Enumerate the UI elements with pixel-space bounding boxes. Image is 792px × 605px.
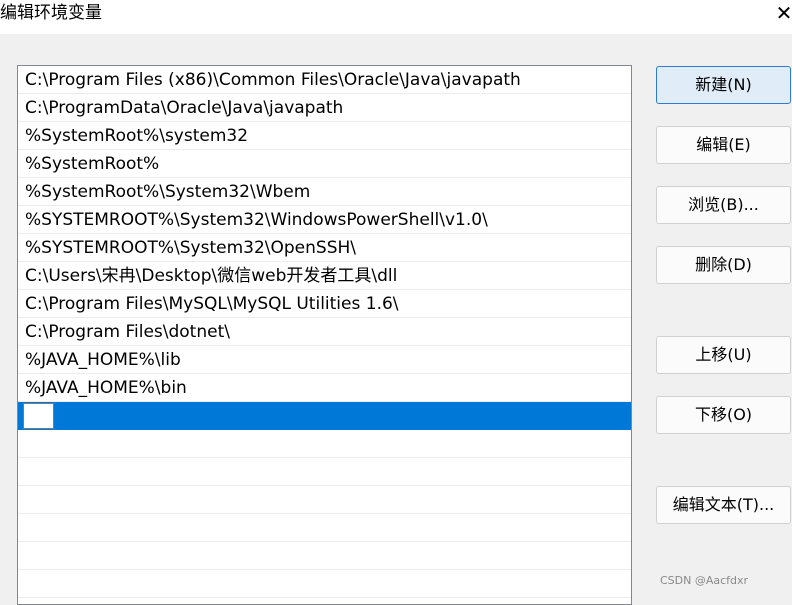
empty-row bbox=[18, 458, 631, 486]
new-entry-input[interactable] bbox=[23, 403, 54, 429]
move-down-button[interactable]: 下移(O) bbox=[656, 396, 791, 434]
watermark: CSDN @Aacfdxr bbox=[660, 574, 749, 587]
list-item-text: %SYSTEMROOT%\System32\OpenSSH\ bbox=[25, 238, 357, 258]
edit-text-button[interactable]: 编辑文本(T)... bbox=[656, 486, 791, 524]
empty-row bbox=[18, 430, 631, 458]
list-item[interactable]: C:\Users\宋冉\Desktop\微信web开发者工具\dll bbox=[18, 262, 631, 290]
list-item-selected[interactable] bbox=[18, 402, 631, 430]
list-item-text: %SystemRoot%\system32 bbox=[25, 126, 249, 146]
edit-button[interactable]: 编辑(E) bbox=[656, 126, 791, 164]
list-item[interactable]: %JAVA_HOME%\lib bbox=[18, 346, 631, 374]
list-item-text: %SYSTEMROOT%\System32\WindowsPowerShell\… bbox=[25, 210, 488, 230]
list-item[interactable]: C:\Program Files\dotnet\ bbox=[18, 318, 631, 346]
empty-row bbox=[18, 570, 631, 598]
close-icon[interactable]: ✕ bbox=[774, 2, 792, 24]
list-item-text: C:\Program Files\MySQL\MySQL Utilities 1… bbox=[25, 294, 399, 314]
list-item[interactable]: %JAVA_HOME%\bin bbox=[18, 374, 631, 402]
list-item-text: C:\Users\宋冉\Desktop\微信web开发者工具\dll bbox=[25, 266, 398, 286]
list-item[interactable]: %SystemRoot%\system32 bbox=[18, 122, 631, 150]
list-item[interactable]: C:\ProgramData\Oracle\Java\javapath bbox=[18, 94, 631, 122]
empty-row bbox=[18, 486, 631, 514]
window-title: 编辑环境变量 bbox=[0, 3, 102, 23]
empty-row bbox=[18, 514, 631, 542]
list-item[interactable]: %SystemRoot% bbox=[18, 150, 631, 178]
list-item[interactable]: %SYSTEMROOT%\System32\WindowsPowerShell\… bbox=[18, 206, 631, 234]
move-up-button[interactable]: 上移(U) bbox=[656, 336, 791, 374]
list-item-text: C:\ProgramData\Oracle\Java\javapath bbox=[25, 98, 344, 118]
empty-row bbox=[18, 542, 631, 570]
new-button[interactable]: 新建(N) bbox=[656, 66, 791, 104]
title-bar: 编辑环境变量 ✕ bbox=[0, 0, 792, 34]
list-item-text: %JAVA_HOME%\bin bbox=[25, 378, 187, 398]
list-item-text: %SystemRoot% bbox=[25, 154, 160, 174]
path-list[interactable]: C:\Program Files (x86)\Common Files\Orac… bbox=[17, 65, 632, 605]
browse-button[interactable]: 浏览(B)... bbox=[656, 186, 791, 224]
list-item-text: %JAVA_HOME%\lib bbox=[25, 350, 181, 370]
list-item[interactable]: %SystemRoot%\System32\Wbem bbox=[18, 178, 631, 206]
list-item[interactable]: %SYSTEMROOT%\System32\OpenSSH\ bbox=[18, 234, 631, 262]
list-item-text: C:\Program Files\dotnet\ bbox=[25, 322, 230, 342]
list-item-text: C:\Program Files (x86)\Common Files\Orac… bbox=[25, 70, 521, 90]
list-item-text: %SystemRoot%\System32\Wbem bbox=[25, 182, 311, 202]
list-item[interactable]: C:\Program Files (x86)\Common Files\Orac… bbox=[18, 66, 631, 94]
delete-button[interactable]: 删除(D) bbox=[656, 246, 791, 284]
list-item[interactable]: C:\Program Files\MySQL\MySQL Utilities 1… bbox=[18, 290, 631, 318]
